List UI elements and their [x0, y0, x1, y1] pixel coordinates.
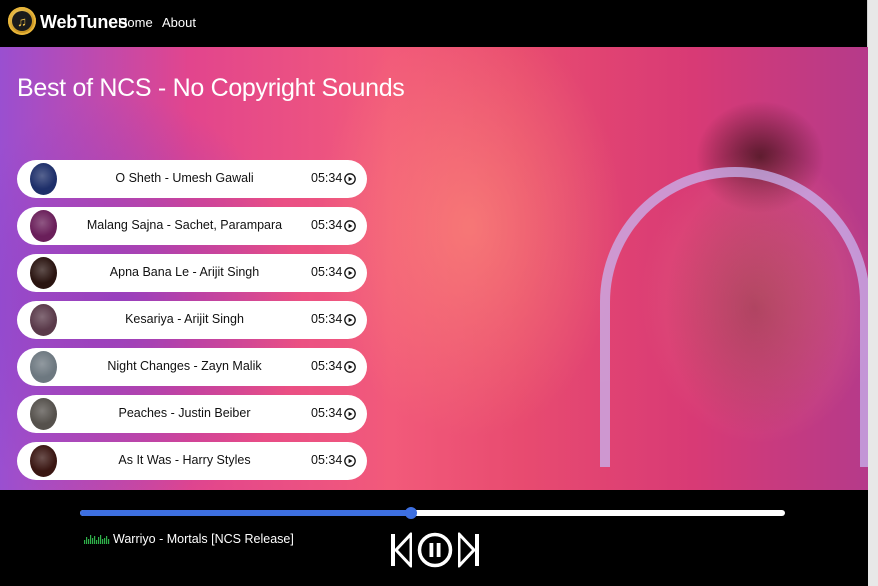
equalizer-bar — [88, 539, 90, 544]
hero-banner: Best of NCS - No Copyright Sounds O Shet… — [0, 47, 868, 490]
equalizer-bar — [96, 540, 98, 544]
skip-next-icon[interactable] — [458, 532, 480, 568]
song-duration: 05:34 — [311, 265, 343, 279]
nav-about-link[interactable]: About — [162, 15, 196, 30]
play-circle-icon[interactable] — [344, 361, 356, 373]
equalizer-icon — [84, 535, 110, 544]
play-circle-icon[interactable] — [344, 455, 356, 467]
playback-controls — [390, 532, 480, 568]
song-item[interactable]: Night Changes - Zayn Malik 05:34 — [17, 348, 367, 386]
song-title: Peaches - Justin Beiber — [118, 406, 251, 420]
song-item[interactable]: O Sheth - Umesh Gawali 05:34 — [17, 160, 367, 198]
pause-circle-icon[interactable] — [417, 532, 453, 568]
song-item[interactable]: As It Was - Harry Styles 05:34 — [17, 442, 367, 480]
equalizer-bar — [90, 535, 92, 544]
equalizer-bar — [94, 536, 96, 544]
song-title: Night Changes - Zayn Malik — [107, 359, 262, 373]
progress-slider[interactable] — [80, 507, 785, 519]
song-title: Kesariya - Arijit Singh — [125, 312, 244, 326]
song-title: Malang Sajna - Sachet, Parampara — [86, 218, 283, 232]
song-title: O Sheth - Umesh Gawali — [115, 171, 254, 185]
brand-name[interactable]: WebTunes — [40, 12, 128, 33]
page-scrollbar[interactable] — [867, 0, 878, 586]
song-duration: 05:34 — [311, 406, 343, 420]
song-item[interactable]: Malang Sajna - Sachet, Parampara 05:34 — [17, 207, 367, 245]
song-list: O Sheth - Umesh Gawali 05:34 Malang Sajn… — [17, 160, 367, 489]
equalizer-bar — [102, 539, 104, 544]
now-playing: Warriyo - Mortals [NCS Release] — [84, 532, 294, 546]
song-cover-image — [30, 398, 57, 430]
equalizer-bar — [106, 536, 108, 544]
equalizer-bar — [104, 538, 106, 544]
equalizer-bar — [100, 535, 102, 544]
now-playing-title: Warriyo - Mortals [NCS Release] — [113, 532, 294, 546]
song-cover-image — [30, 351, 57, 383]
song-duration: 05:34 — [311, 359, 343, 373]
music-note-icon[interactable]: ♫ — [8, 7, 36, 35]
song-cover-image — [30, 163, 57, 195]
play-circle-icon[interactable] — [344, 220, 356, 232]
song-cover-image — [30, 257, 57, 289]
playlist-title: Best of NCS - No Copyright Sounds — [17, 74, 405, 102]
song-duration: 05:34 — [311, 312, 343, 326]
equalizer-bar — [84, 540, 86, 544]
nav-home-link[interactable]: Home — [118, 15, 153, 30]
skip-previous-icon[interactable] — [390, 532, 412, 568]
progress-fill — [80, 510, 412, 516]
song-cover-image — [30, 304, 57, 336]
equalizer-bar — [108, 539, 110, 544]
play-circle-icon[interactable] — [344, 267, 356, 279]
equalizer-bar — [98, 537, 100, 544]
play-circle-icon[interactable] — [344, 314, 356, 326]
progress-handle[interactable] — [405, 507, 418, 519]
song-item[interactable]: Peaches - Justin Beiber 05:34 — [17, 395, 367, 433]
equalizer-bar — [86, 537, 88, 544]
play-circle-icon[interactable] — [344, 408, 356, 420]
song-cover-image — [30, 445, 57, 477]
song-duration: 05:34 — [311, 218, 343, 232]
play-circle-icon[interactable] — [344, 173, 356, 185]
song-item[interactable]: Apna Bana Le - Arijit Singh 05:34 — [17, 254, 367, 292]
song-cover-image — [30, 210, 57, 242]
player-bar: Warriyo - Mortals [NCS Release] — [0, 490, 868, 586]
song-duration: 05:34 — [311, 453, 343, 467]
song-title: As It Was - Harry Styles — [118, 453, 251, 467]
headphones-illustration — [600, 167, 868, 467]
equalizer-bar — [92, 538, 94, 544]
song-item[interactable]: Kesariya - Arijit Singh 05:34 — [17, 301, 367, 339]
song-duration: 05:34 — [311, 171, 343, 185]
navbar: ♫ WebTunes Home About — [0, 0, 868, 47]
song-title: Apna Bana Le - Arijit Singh — [109, 265, 260, 279]
